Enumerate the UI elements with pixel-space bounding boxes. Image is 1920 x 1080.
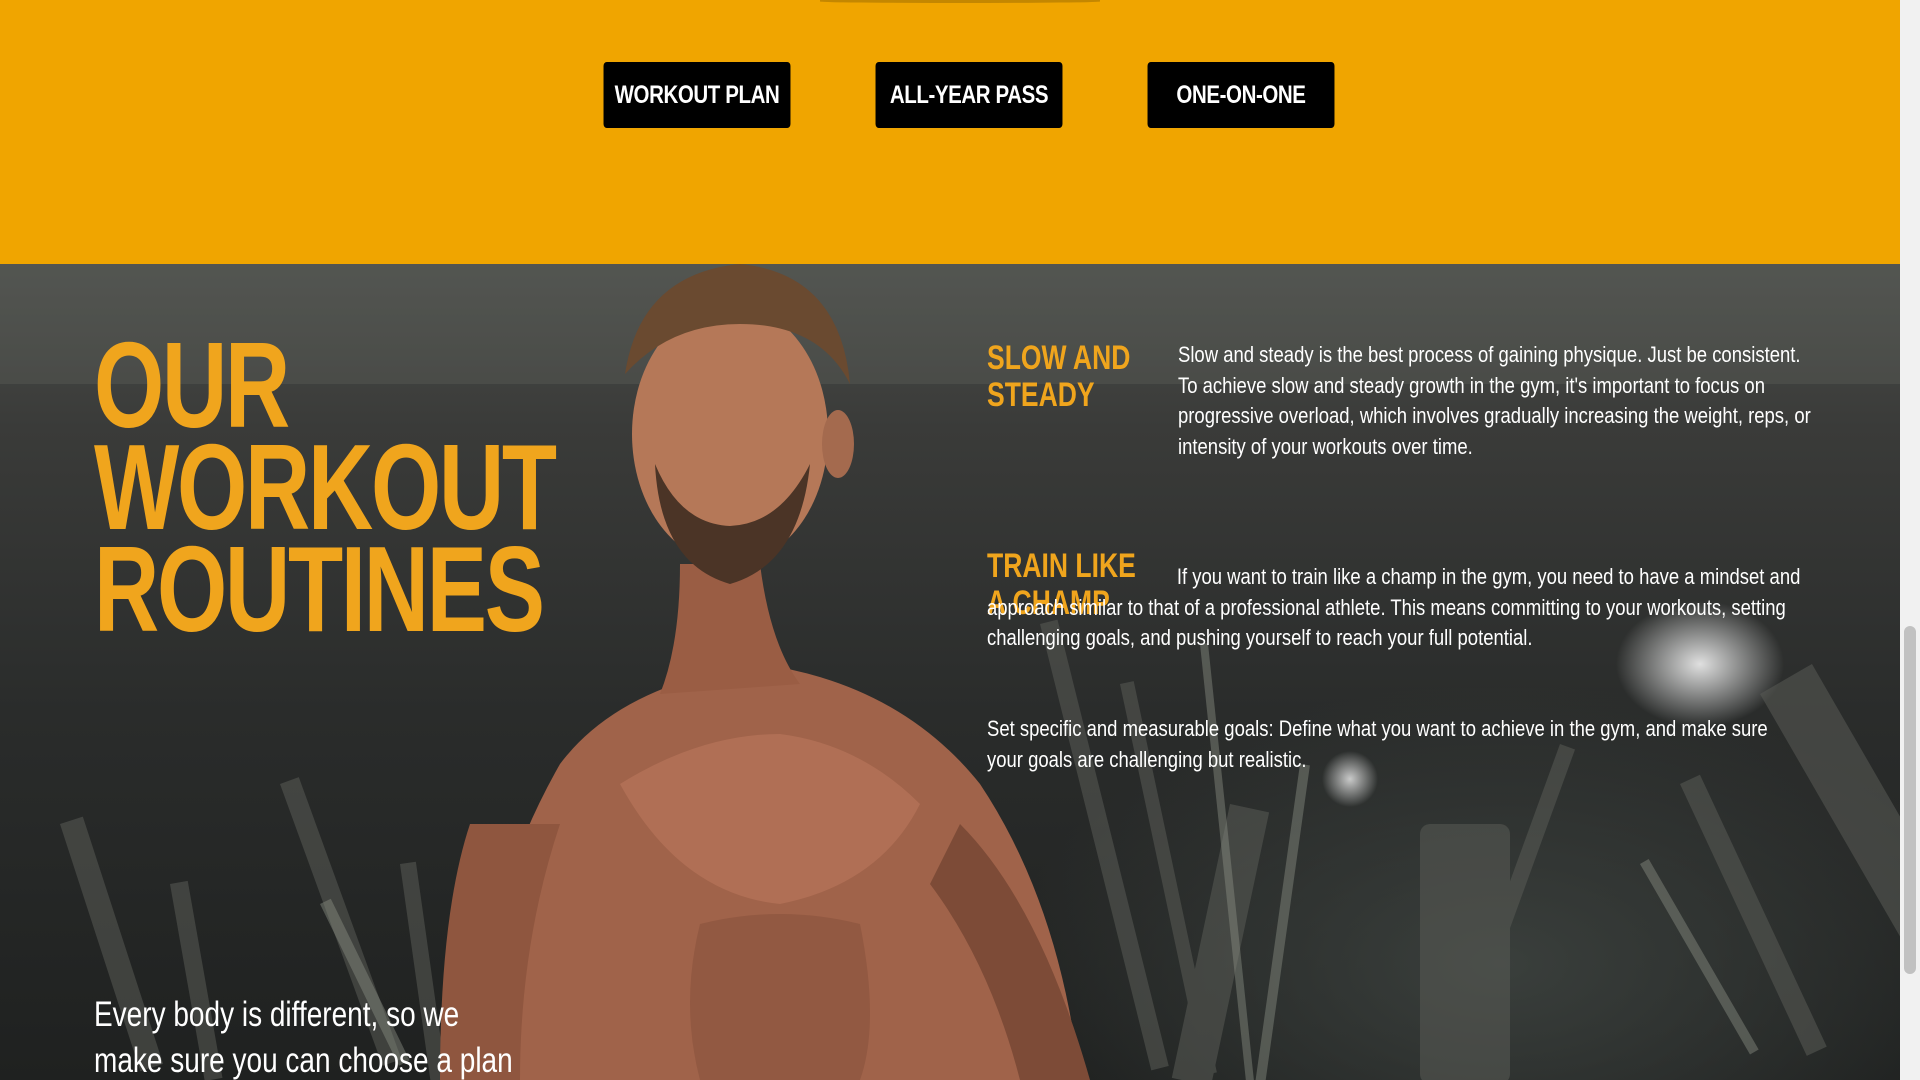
one-on-one-button[interactable]: ONE-ON-ONE	[1147, 62, 1335, 128]
heading-line: ROUTINES	[94, 521, 545, 657]
workout-plan-button[interactable]: WORKOUT PLAN	[603, 62, 791, 128]
plan-intro-text: Every body is different, so we make sure…	[94, 995, 513, 1080]
section-heading: OUR WORKOUT ROUTINES	[94, 324, 557, 657]
slow-and-steady-text: Slow and steady is the best process of g…	[1178, 342, 1811, 459]
scrollbar[interactable]	[1900, 0, 1920, 1080]
slow-and-steady-title: SLOW AND STEADY	[987, 339, 1131, 414]
plans-band: WORKOUT PLAN ALL-YEAR PASS ONE-ON-ONE	[0, 0, 1900, 264]
workout-routines-section: OUR WORKOUT ROUTINES SLOW AND STEADY Slo…	[0, 264, 1900, 1080]
train-like-a-champ-text: If you want to train like a champ in the…	[987, 564, 1801, 650]
page: WORKOUT PLAN ALL-YEAR PASS ONE-ON-ONE OU…	[0, 0, 1920, 1080]
scrollbar-thumb[interactable]	[1904, 626, 1916, 974]
band-shadow	[820, 0, 1100, 3]
all-year-pass-button[interactable]: ALL-YEAR PASS	[875, 62, 1063, 128]
goals-text: Set specific and measurable goals: Defin…	[987, 716, 1768, 772]
